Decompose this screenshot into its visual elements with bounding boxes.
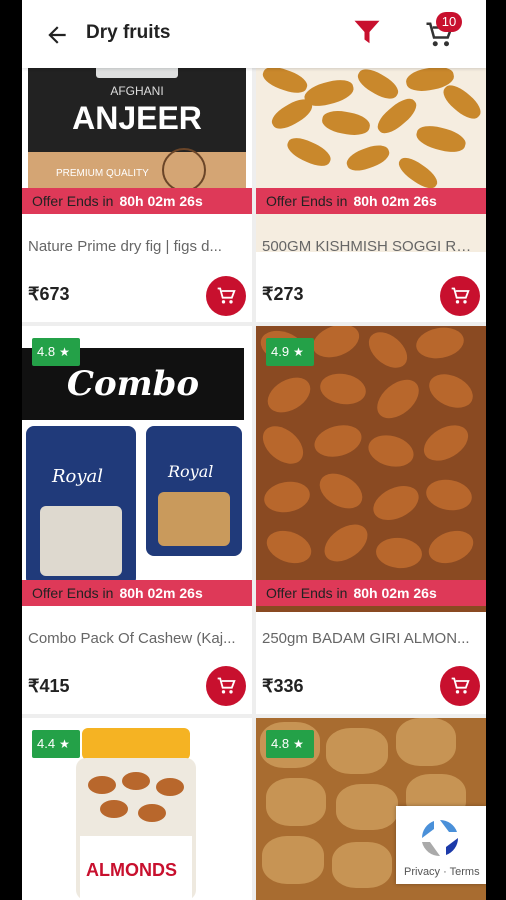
pouch-brand-text: Royal xyxy=(52,466,104,487)
jar-label-text: ALMONDS xyxy=(86,860,177,880)
top-bar: Dry fruits 10 xyxy=(22,0,486,68)
offer-label: Offer Ends in xyxy=(266,585,348,601)
seal-icon xyxy=(162,148,206,192)
offer-timer: 80h 02m 26s xyxy=(119,193,203,209)
offer-bar: Offer Ends in 80h 02m 26s xyxy=(256,188,486,214)
product-name[interactable]: 500GM KISHMISH SOGGI RAI... xyxy=(262,238,478,255)
rating-badge: 4.8 ★ xyxy=(32,338,80,366)
cart-icon xyxy=(217,287,236,304)
back-arrow-icon[interactable] xyxy=(44,22,70,48)
jar-tag-text: PREMIUM QUALITY xyxy=(56,168,149,179)
offer-label: Offer Ends in xyxy=(32,193,114,209)
product-card[interactable]: Offer Ends in 80h 02m 26s 500GM KISHMISH … xyxy=(256,68,486,322)
product-price: ₹336 xyxy=(262,676,304,696)
product-price: ₹673 xyxy=(28,284,70,304)
cart-icon xyxy=(451,677,470,694)
offer-bar: Offer Ends in 80h 02m 26s xyxy=(22,188,252,214)
cart-icon xyxy=(451,287,470,304)
rating-badge: 4.4 ★ xyxy=(32,730,80,758)
offer-bar: Offer Ends in 80h 02m 26s xyxy=(22,580,252,606)
product-card[interactable]: AFGHANI ANJEER PREMIUM QUALITY Offer End… xyxy=(22,68,252,322)
star-icon: ★ xyxy=(59,345,70,359)
product-card[interactable]: 4.9 ★ Offer Ends in 80h 02m 26s 250gm BADA… xyxy=(256,326,486,714)
app-screen: Dry fruits 10 AFGHANI ANJEER PREMIUM QUA… xyxy=(22,0,486,900)
recaptcha-badge[interactable]: Privacy · Terms xyxy=(396,806,486,884)
offer-label: Offer Ends in xyxy=(32,585,114,601)
add-to-cart-button[interactable] xyxy=(440,276,480,316)
product-image: AFGHANI ANJEER PREMIUM QUALITY xyxy=(22,68,252,252)
offer-timer: 80h 02m 26s xyxy=(353,193,437,209)
jar-product-text: ANJEER xyxy=(72,100,202,136)
rating-value: 4.8 xyxy=(271,736,290,751)
product-name[interactable]: Nature Prime dry fig | figs d... xyxy=(28,238,244,255)
cart-icon xyxy=(217,677,236,694)
rating-badge: 4.9 ★ xyxy=(266,338,314,366)
rating-value: 4.4 xyxy=(37,736,56,751)
cart-count-badge: 10 xyxy=(436,12,462,32)
offer-timer: 80h 02m 26s xyxy=(353,585,437,601)
product-price: ₹415 xyxy=(28,676,70,696)
offer-timer: 80h 02m 26s xyxy=(119,585,203,601)
star-icon: ★ xyxy=(293,737,304,751)
product-card[interactable]: ALMONDS 4.4 ★ xyxy=(22,718,252,900)
star-icon: ★ xyxy=(59,737,70,751)
product-card[interactable]: Combo offer Royal Royal 4.8★ Offer Ends … xyxy=(22,326,252,714)
rating-value: 4.9 xyxy=(271,344,290,359)
pouch-brand-text: Royal xyxy=(168,462,214,481)
product-image xyxy=(256,68,486,252)
jar-brand-text: AFGHANI xyxy=(110,84,164,98)
recaptcha-icon xyxy=(421,820,459,857)
product-image xyxy=(256,326,486,612)
offer-bar: Offer Ends in 80h 02m 26s xyxy=(256,580,486,606)
add-to-cart-button[interactable] xyxy=(206,666,246,706)
page-title: Dry fruits xyxy=(86,22,171,43)
filter-icon[interactable] xyxy=(352,16,382,48)
rating-badge: 4.8 ★ xyxy=(266,730,314,758)
star-icon: ★ xyxy=(293,345,304,359)
offer-label: Offer Ends in xyxy=(266,193,348,209)
recaptcha-links[interactable]: Privacy · Terms xyxy=(404,866,480,878)
product-name[interactable]: 250gm BADAM GIRI ALMON... xyxy=(262,630,478,647)
add-to-cart-button[interactable] xyxy=(440,666,480,706)
product-name[interactable]: Combo Pack Of Cashew (Kaj... xyxy=(28,630,244,647)
add-to-cart-button[interactable] xyxy=(206,276,246,316)
product-price: ₹273 xyxy=(262,284,304,304)
rating-value: 4.8 xyxy=(37,344,56,359)
product-image: Combo offer Royal Royal xyxy=(22,326,252,612)
